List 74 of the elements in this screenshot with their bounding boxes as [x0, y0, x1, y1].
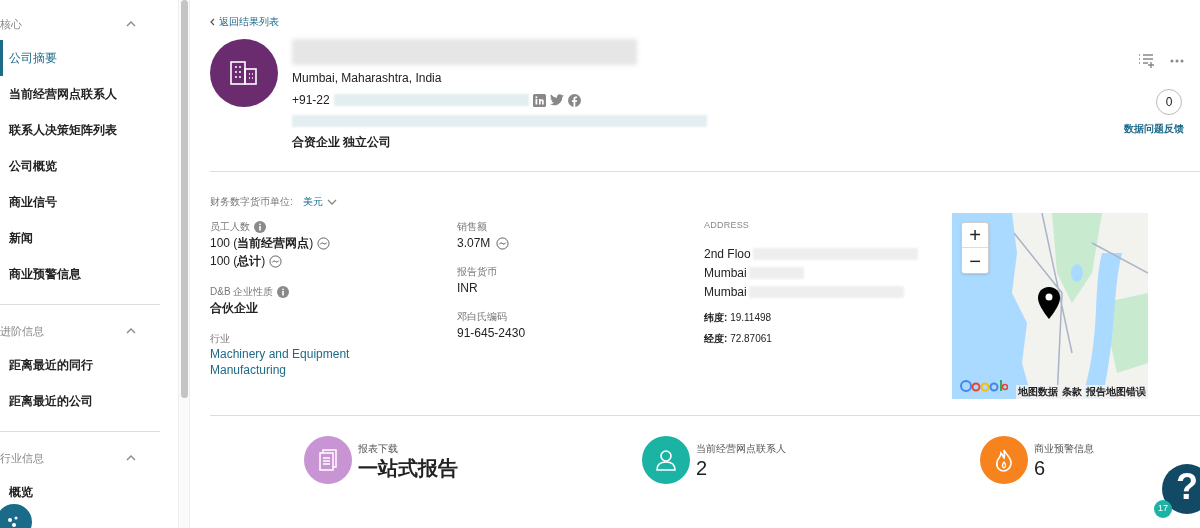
- map-attribution-link[interactable]: 条款: [1060, 385, 1084, 399]
- trend-icon: [496, 236, 510, 250]
- sidebar-item[interactable]: 公司摘要: [0, 40, 160, 76]
- linkedin-icon[interactable]: [532, 93, 546, 107]
- latitude: 纬度: 19.11498: [704, 310, 773, 325]
- chevron-icon[interactable]: [126, 455, 136, 461]
- company-types: 合资企业 独立公司: [292, 134, 393, 151]
- map-attribution-link[interactable]: 地图数据: [1016, 385, 1060, 399]
- currency-label: 财务数字货币单位:: [210, 195, 293, 209]
- field-label: 邓白氏编码: [457, 310, 508, 324]
- phone-number: +91-22: [292, 92, 330, 109]
- address-line: Mumbai: [704, 264, 747, 282]
- document-icon: [317, 448, 339, 472]
- back-icon: [210, 17, 215, 26]
- employee-count: 100 (当前经营网点): [210, 235, 314, 252]
- flame-icon: [993, 448, 1015, 472]
- sidebar-item[interactable]: 商业预警信息: [0, 256, 160, 292]
- field-label: 报告货币: [457, 265, 498, 279]
- industry-link[interactable]: Machinery and Equipment Manufacturing: [210, 346, 370, 378]
- sidebar-item[interactable]: 联系人决策矩阵列表: [0, 112, 160, 148]
- company-location: Mumbai, Maharashtra, India: [292, 70, 443, 87]
- stat-value[interactable]: 2: [696, 455, 786, 480]
- trend-icon: [269, 254, 283, 268]
- trend-icon: [317, 236, 331, 250]
- field-value: INR: [457, 280, 478, 297]
- add-to-list-icon[interactable]: [1138, 53, 1156, 69]
- map-pin-icon: [1038, 287, 1060, 319]
- chevron-icon[interactable]: [126, 21, 136, 27]
- address-line: Mumbai: [704, 283, 747, 301]
- field-value: 合伙企业: [210, 300, 259, 317]
- section-title: 进阶信息: [0, 323, 44, 339]
- person-icon: [654, 448, 678, 472]
- field-label: 销售额: [457, 220, 488, 234]
- building-icon: [229, 60, 259, 86]
- stat-value[interactable]: 6: [1034, 455, 1094, 480]
- field-label: 行业: [210, 332, 231, 346]
- sidebar-item[interactable]: 公司概览: [0, 148, 160, 184]
- field-label: ADDRESS: [704, 219, 751, 232]
- section-title: 核心: [0, 16, 22, 32]
- stat-value[interactable]: 一站式报告: [358, 455, 458, 480]
- info-icon[interactable]: [254, 220, 266, 233]
- sidebar-item[interactable]: 距离最近的公司: [0, 383, 160, 419]
- currency-dropdown[interactable]: 美元: [302, 194, 337, 209]
- field-label: D&B 企业性质: [210, 285, 274, 299]
- back-link[interactable]: 返回结果列表: [210, 14, 1200, 29]
- field-value: 3.07M: [457, 235, 491, 252]
- chevron-icon[interactable]: [126, 328, 136, 334]
- chevron-icon[interactable]: [326, 198, 337, 205]
- stat-label: 商业预警信息: [1034, 441, 1094, 456]
- scrollbar[interactable]: [178, 0, 190, 528]
- longitude: 经度: 72.87061: [704, 331, 773, 346]
- notification-badge: 17: [1154, 500, 1172, 518]
- sidebar-item[interactable]: 新闻: [0, 220, 160, 256]
- employee-count: 100 (总计): [210, 253, 266, 270]
- feedback-link[interactable]: 数据问题反馈: [1124, 121, 1184, 136]
- google-logo: [960, 378, 1008, 394]
- sidebar-item[interactable]: 当前经营网点联系人: [0, 76, 160, 112]
- zoom-out-button[interactable]: −: [962, 248, 988, 273]
- map[interactable]: + − 地图数据 条款 报告地图错误: [952, 213, 1148, 399]
- address-line: 2nd Floo: [704, 245, 751, 263]
- field-value: 91-645-2430: [457, 325, 526, 342]
- sidebar-item[interactable]: 概览: [0, 474, 160, 510]
- stat-label: 当前经营网点联系人: [696, 441, 786, 456]
- field-label: 员工人数: [210, 220, 250, 234]
- twitter-icon[interactable]: [549, 94, 564, 106]
- info-icon[interactable]: [277, 285, 290, 298]
- more-icon[interactable]: [1170, 59, 1184, 63]
- facebook-icon[interactable]: [567, 93, 581, 107]
- stat-label: 报表下载: [358, 441, 399, 456]
- zoom-in-button[interactable]: +: [962, 223, 988, 248]
- sidebar-item[interactable]: 距离最近的同行: [0, 347, 160, 383]
- map-attribution-link[interactable]: 报告地图错误: [1084, 385, 1148, 399]
- sidebar-item[interactable]: 商业信号: [0, 184, 160, 220]
- section-title: 行业信息: [0, 450, 44, 466]
